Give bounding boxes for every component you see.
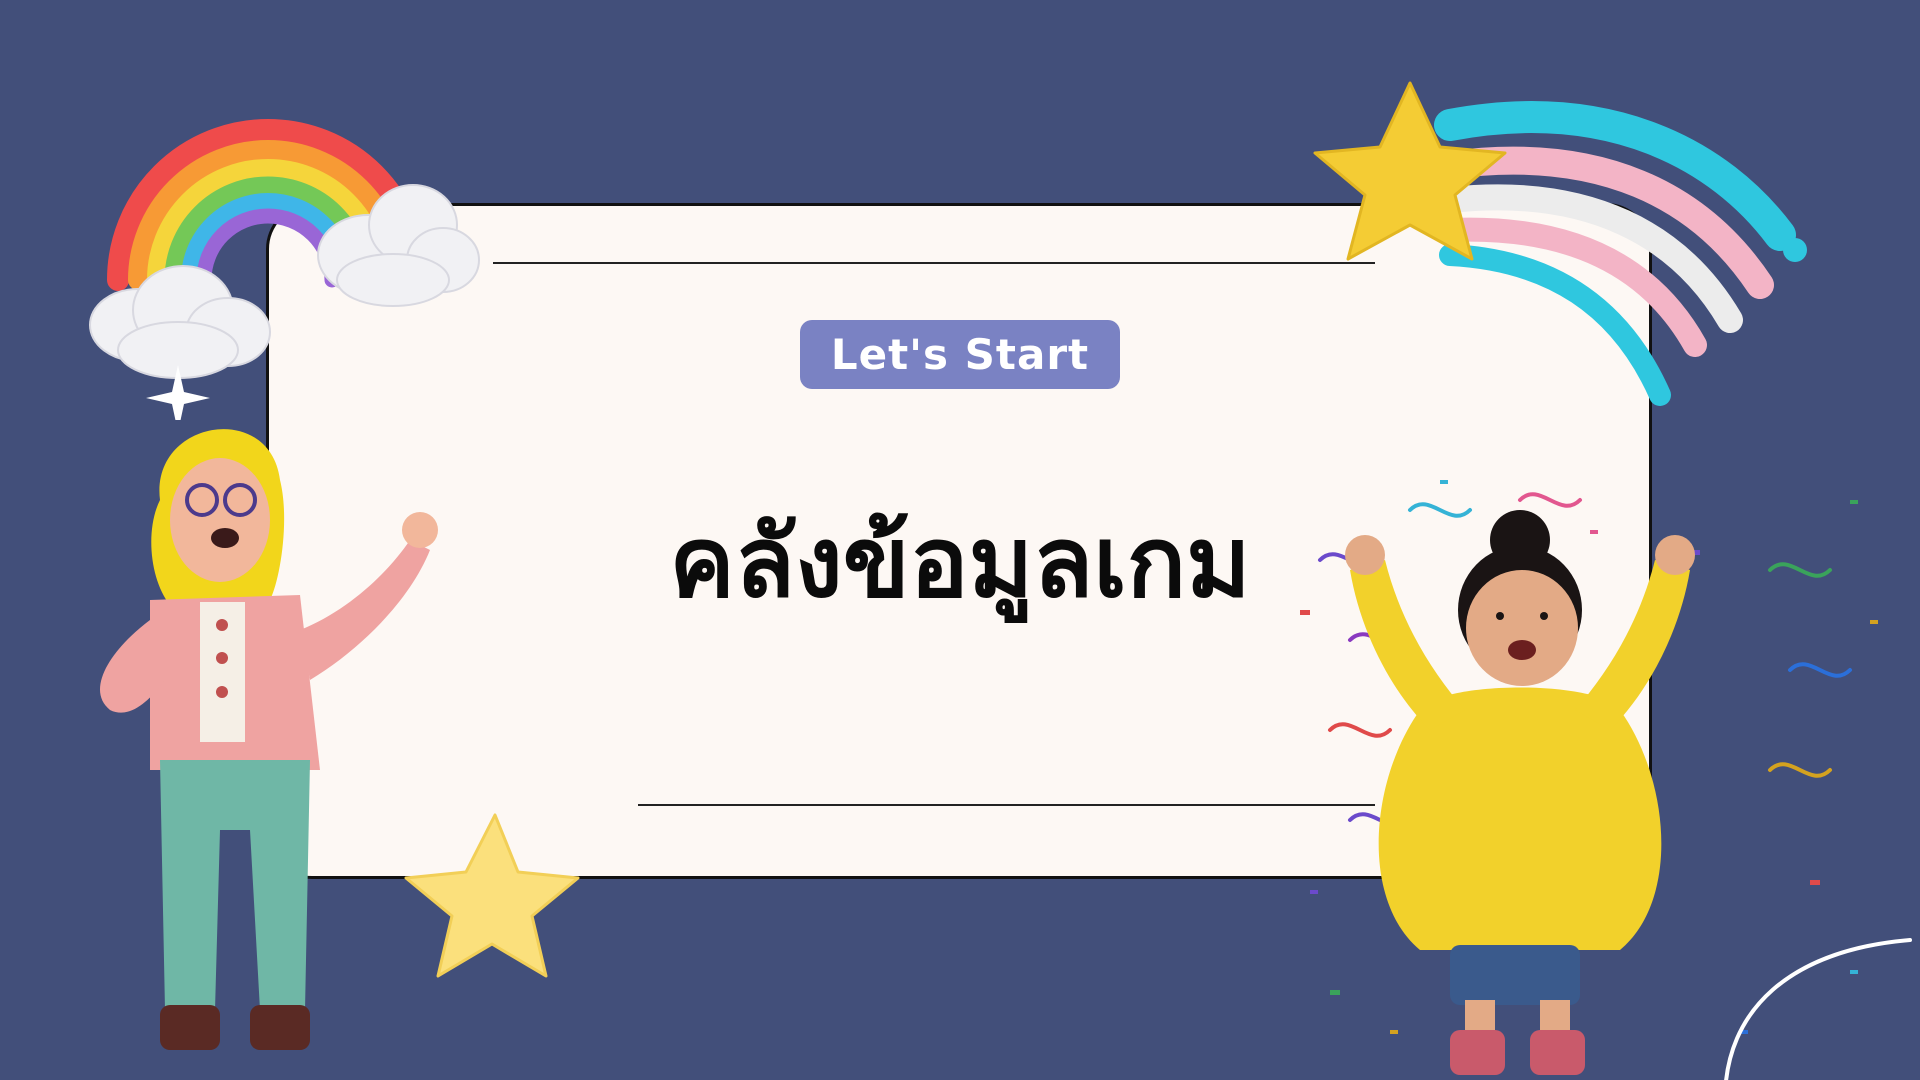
bottom-divider	[638, 804, 1375, 806]
shooting-star-icon	[1313, 81, 1807, 406]
top-divider	[493, 262, 1375, 264]
white-arc-icon	[1724, 938, 1912, 1080]
slide-title: คลังข้อมูลเกม	[669, 506, 1251, 620]
rainbow-icon	[89, 119, 480, 420]
title-slide: Let's Start คลังข้อมูลเกม	[0, 0, 1920, 1080]
waving-girl-left-icon	[99, 429, 438, 1050]
lets-start-badge: Let's Start	[800, 320, 1120, 389]
